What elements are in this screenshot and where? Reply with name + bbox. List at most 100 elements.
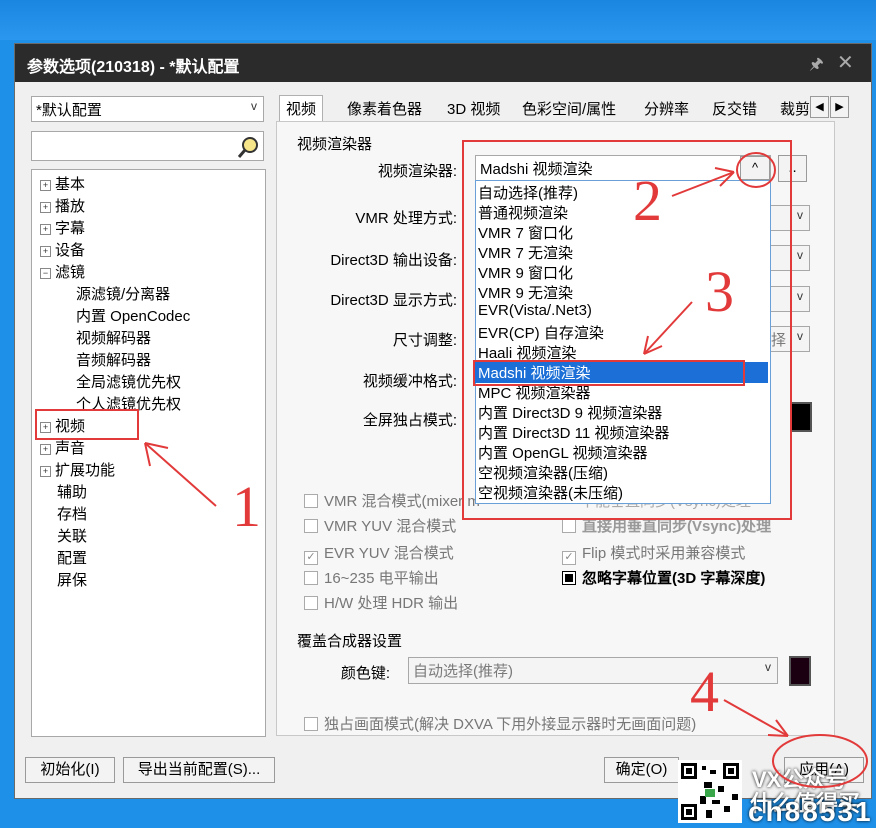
check-ignore-subtitle-pos[interactable]: 忽略字幕位置(3D 字幕深度) xyxy=(562,567,765,588)
window-title: 参数选项(210318) - *默认配置 xyxy=(27,59,240,76)
expand-icon[interactable]: + xyxy=(40,465,51,477)
check-evr-yuv[interactable]: ✓ EVR YUV 混合模式 xyxy=(304,542,454,565)
color-key-swatch[interactable] xyxy=(789,656,811,686)
tree-label: 滤镜 xyxy=(55,264,86,281)
chevron-down-icon: v xyxy=(765,660,771,674)
checkmark-icon[interactable]: ✓ xyxy=(304,551,318,565)
tab-color-space[interactable]: 色彩空间/属性 xyxy=(522,98,616,119)
tree-item-devices[interactable]: + 设备 xyxy=(40,239,85,260)
tree-item-filter-child[interactable]: 内置 OpenCodec xyxy=(76,305,190,326)
check-label: EVR YUV 混合模式 xyxy=(324,545,454,562)
expand-icon[interactable]: + xyxy=(40,443,51,455)
checkbox-icon[interactable] xyxy=(304,717,318,731)
group-overlay-title: 覆盖合成器设置 xyxy=(297,633,403,650)
qr-code-icon xyxy=(678,760,742,823)
checkbox-icon[interactable] xyxy=(304,519,318,533)
tab-label: 裁剪 xyxy=(780,101,810,118)
export-config-button[interactable]: 导出当前配置(S)... xyxy=(123,757,275,783)
checkbox-icon[interactable] xyxy=(304,494,318,508)
check-label: Flip 模式时采用兼容模式 xyxy=(582,545,746,562)
color-key-label: 颜色键: xyxy=(340,665,390,682)
pin-icon[interactable]: 🖈 xyxy=(809,53,824,80)
tree-label: 字幕 xyxy=(55,220,86,237)
tab-scroll-left-icon[interactable]: ◀ xyxy=(810,96,829,118)
group-renderer-title: 视频渲染器 xyxy=(297,136,373,153)
tab-label: 3D 视频 xyxy=(447,101,501,118)
profile-select[interactable]: *默认配置 v xyxy=(31,96,264,122)
tab-3d-video[interactable]: 3D 视频 xyxy=(447,98,500,119)
expand-icon[interactable]: + xyxy=(40,179,51,191)
tree-label: 设备 xyxy=(55,242,86,259)
check-hdr[interactable]: H/W 处理 HDR 输出 xyxy=(304,592,458,613)
checkbox-icon[interactable] xyxy=(562,519,576,533)
checkmark-icon[interactable]: ✓ xyxy=(562,551,576,565)
tree-label: 基本 xyxy=(55,176,86,193)
check-label: 独占画面模式(解决 DXVA 下用外接显示器时无画面问题) xyxy=(324,716,697,733)
tree-item-filter-child[interactable]: 视频解码器 xyxy=(76,327,151,348)
annotation-box-madshi xyxy=(473,360,745,386)
init-button[interactable]: 初始化(I) xyxy=(25,757,115,783)
tree-item-filter-child[interactable]: 源滤镜/分离器 xyxy=(76,283,170,304)
buffer-label: 视频缓冲格式: xyxy=(362,373,457,390)
search-input[interactable] xyxy=(31,131,264,161)
tab-scroll-right-icon[interactable]: ▶ xyxy=(830,96,849,118)
tree-label: 扩展功能 xyxy=(55,462,116,479)
tree-item-audio[interactable]: + 声音 xyxy=(40,437,85,458)
check-exclusive-mode[interactable]: 独占画面模式(解决 DXVA 下用外接显示器时无画面问题) xyxy=(304,713,696,734)
tab-pixel-shader[interactable]: 像素着色器 xyxy=(347,98,422,119)
checkbox-icon[interactable] xyxy=(304,571,318,585)
annotation-box-video xyxy=(35,409,139,440)
tree-label: 配置 xyxy=(57,550,88,567)
size-label: 尺寸调整: xyxy=(392,332,457,349)
fullscreen-color-swatch[interactable] xyxy=(790,402,812,432)
check-flip-compat[interactable]: ✓ Flip 模式时采用兼容模式 xyxy=(562,542,745,565)
tree-item-association[interactable]: 关联 xyxy=(57,525,87,546)
ok-button[interactable]: 确定(O) xyxy=(604,757,679,783)
check-label: VMR YUV 混合模式 xyxy=(324,518,457,535)
tree-item-playback[interactable]: + 播放 xyxy=(40,195,85,216)
collapse-icon[interactable]: − xyxy=(40,267,51,279)
tab-deinterlace[interactable]: 反交错 xyxy=(712,98,757,119)
tree-item-extensions[interactable]: + 扩展功能 xyxy=(40,459,115,480)
tab-video[interactable]: 视频 xyxy=(279,95,324,121)
tree-item-assist[interactable]: 辅助 xyxy=(57,481,87,502)
chevron-down-icon: v xyxy=(251,99,257,113)
tab-resolution[interactable]: 分辨率 xyxy=(644,98,689,119)
expand-icon[interactable]: + xyxy=(40,201,51,213)
vmr-mode-label: VMR 处理方式: xyxy=(355,210,457,227)
search-icon[interactable] xyxy=(236,135,260,159)
chevron-down-icon: v xyxy=(797,248,803,262)
tree-item-basic[interactable]: + 基本 xyxy=(40,173,85,194)
annotation-number-2: 2 xyxy=(633,168,662,233)
tab-crop[interactable]: 裁剪 xyxy=(780,98,810,119)
close-icon[interactable]: ✕ xyxy=(837,50,854,75)
tree-item-subtitle[interactable]: + 字幕 xyxy=(40,217,85,238)
expand-icon[interactable]: + xyxy=(40,245,51,257)
tree-item-filter-child[interactable]: 全局滤镜优先权 xyxy=(76,371,181,392)
color-key-value: 自动选择(推荐) xyxy=(413,663,513,680)
desktop-background xyxy=(0,0,876,40)
tree-label: 辅助 xyxy=(57,484,88,501)
color-key-select[interactable]: 自动选择(推荐) v xyxy=(408,657,778,684)
expand-icon[interactable]: + xyxy=(40,223,51,235)
tree-item-config[interactable]: 配置 xyxy=(57,547,87,568)
check-vmr-yuv[interactable]: VMR YUV 混合模式 xyxy=(304,515,456,536)
check-vmr-mixer[interactable]: VMR 混合模式(mixer m xyxy=(304,490,480,511)
tree-label: 视频解码器 xyxy=(76,330,152,347)
tree-item-archive[interactable]: 存档 xyxy=(57,503,87,524)
tree-item-filters[interactable]: − 滤镜 xyxy=(40,261,85,282)
vertical-scrollbar[interactable] xyxy=(835,121,847,734)
tree-item-filter-child[interactable]: 音频解码器 xyxy=(76,349,151,370)
checkbox-icon[interactable] xyxy=(304,596,318,610)
annotation-number-4: 4 xyxy=(690,659,719,724)
tree-item-screensaver[interactable]: 屏保 xyxy=(57,569,87,590)
chevron-down-icon: v xyxy=(797,208,803,222)
check-label: 直接用垂直同步(Vsync)处理 xyxy=(582,518,772,535)
tab-label: 像素着色器 xyxy=(347,101,423,118)
annotation-number-1: 1 xyxy=(232,474,261,539)
chevron-down-icon: v xyxy=(797,289,803,303)
check-16-235[interactable]: 16~235 电平输出 xyxy=(304,567,439,588)
tree-label: 源滤镜/分离器 xyxy=(76,286,171,303)
checkbox-icon[interactable] xyxy=(562,571,576,585)
fullscreen-label: 全屏独占模式: xyxy=(362,412,457,429)
